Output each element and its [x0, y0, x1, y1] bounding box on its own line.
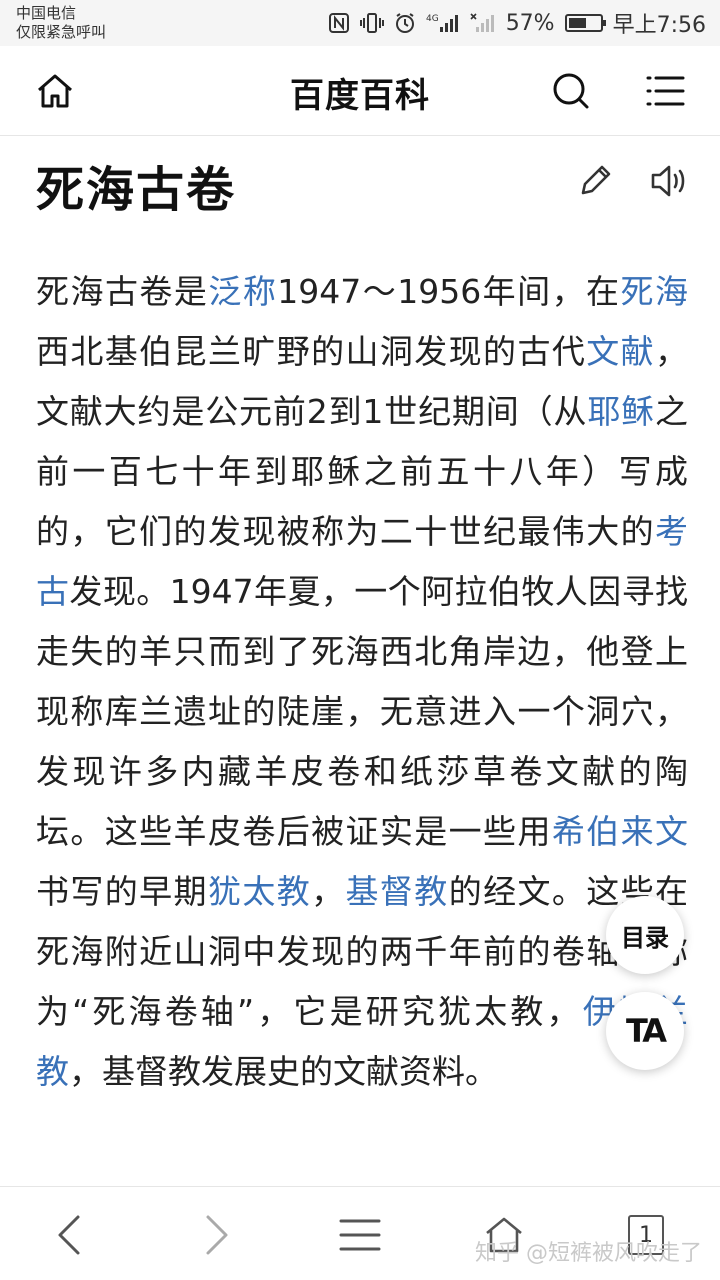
article-text: 发现。1947年夏，一个阿拉伯牧人因寻找走失的羊只而到了死海西北角岸边，他登上现… [36, 572, 689, 851]
battery-fill [568, 18, 586, 28]
app-header: 百度百科 [0, 46, 720, 136]
article-link[interactable]: 死海 [621, 272, 688, 311]
nfc-icon [328, 12, 350, 34]
carrier-info: 中国电信 仅限紧急呼叫 [16, 4, 106, 42]
back-button[interactable] [40, 1205, 100, 1265]
carrier-name: 中国电信 [16, 4, 77, 22]
search-button[interactable] [546, 66, 596, 116]
alarm-icon [394, 12, 416, 34]
read-aloud-button[interactable] [646, 158, 692, 204]
signal-4g-icon: 4G [426, 12, 460, 34]
text-size-button[interactable]: TA [606, 992, 684, 1070]
article-link[interactable]: 泛称 [208, 272, 277, 311]
article-link[interactable]: 犹太教 [208, 872, 311, 911]
browser-menu-button[interactable] [330, 1205, 390, 1265]
hamburger-icon [339, 1219, 381, 1251]
article-paragraph: 死海古卷是泛称1947～1956年间，在死海西北基伯昆兰旷野的山洞发现的古代文献… [36, 262, 688, 1102]
chevron-right-icon [206, 1215, 228, 1255]
signal-no-sim-icon [470, 12, 496, 34]
article-text: 死海古卷是 [36, 272, 209, 311]
carrier-status: 仅限紧急呼叫 [16, 23, 107, 41]
article-link[interactable]: 耶稣 [587, 392, 655, 431]
article-link[interactable]: 基督教 [346, 872, 449, 911]
bottom-navigation-bar: 1 知乎 @短裤被风吹走了 [0, 1186, 720, 1280]
status-icons: 4G 57% 早上7:56 [328, 0, 706, 46]
page-title: 百度百科 [290, 76, 430, 116]
menu-button[interactable] [640, 66, 690, 116]
network-label: 4G [426, 14, 439, 24]
battery-percent: 57% [505, 10, 555, 36]
menu-icon [646, 76, 685, 106]
article-link[interactable]: 希伯来文 [552, 812, 688, 851]
edit-button[interactable] [572, 158, 618, 204]
chevron-left-icon [58, 1215, 80, 1255]
article-text: 西北基伯昆兰旷野的山洞发现的古代 [36, 332, 587, 371]
article-text: ， [311, 872, 346, 911]
watermark: 知乎 @短裤被风吹走了 [475, 1241, 702, 1266]
battery-icon [564, 14, 606, 32]
article-link[interactable]: 文献 [586, 332, 655, 371]
article-title: 死海古卷 [36, 162, 237, 218]
search-icon [553, 73, 589, 109]
table-of-contents-button[interactable]: 目录 [606, 896, 684, 974]
article-text: ，基督教发展史的文献资料。 [69, 1052, 498, 1091]
article-text: 书写的早期 [36, 872, 208, 911]
vibrate-icon [359, 12, 384, 34]
speaker-icon [651, 165, 685, 197]
pencil-icon [581, 165, 611, 195]
status-bar: 中国电信 仅限紧急呼叫 4G 57% 早上7:56 [0, 0, 720, 46]
forward-button[interactable] [186, 1205, 246, 1265]
article-text: 1947～1956年间，在 [277, 272, 621, 311]
clock: 早上7:56 [612, 13, 706, 38]
